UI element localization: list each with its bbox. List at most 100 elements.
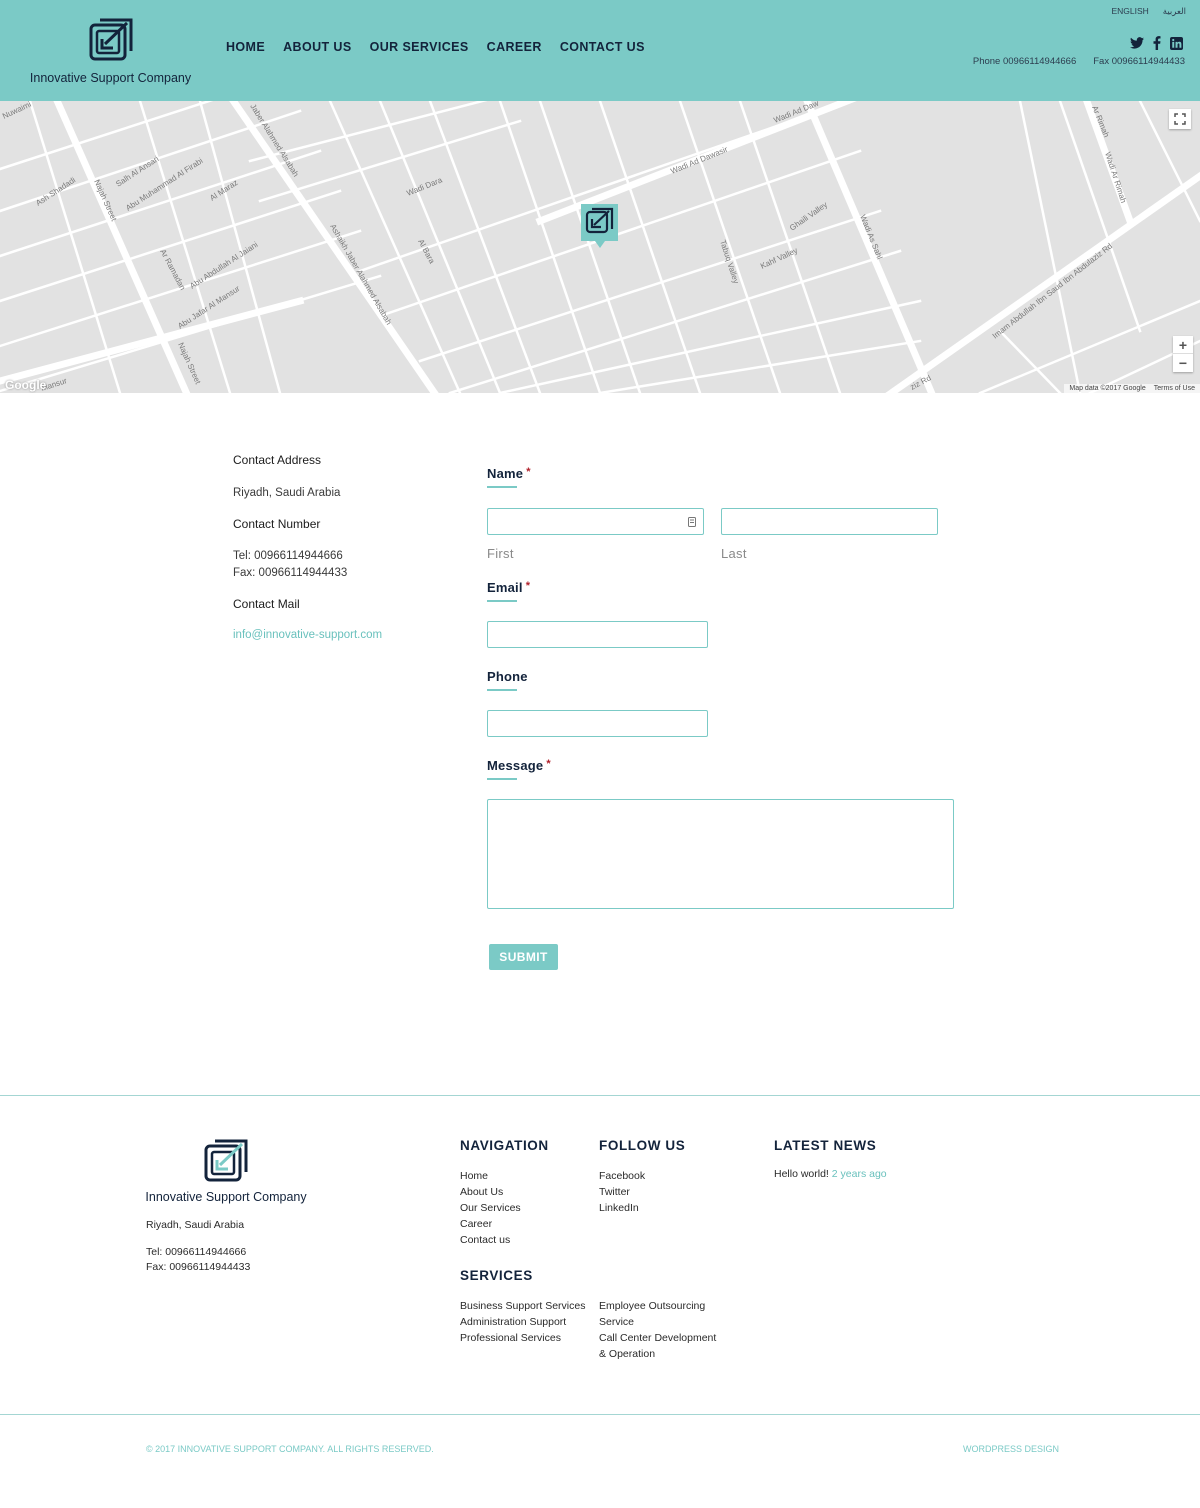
map-zoom-controls: + − <box>1173 336 1193 372</box>
logo-mark-icon <box>204 1139 248 1182</box>
street-label: Nuwaimi <box>1 101 33 121</box>
zoom-in-button[interactable]: + <box>1173 336 1193 354</box>
copyright-text: © 2017 INNOVATIVE SUPPORT COMPANY. ALL R… <box>146 1444 434 1454</box>
autofill-card-icon <box>688 517 696 527</box>
footer-tel: Tel: 00966114944666 <box>146 1246 247 1258</box>
footer-navigation-heading: NAVIGATION <box>460 1138 549 1153</box>
footer-logo[interactable]: Innovative Support Company <box>145 1138 307 1204</box>
service-link[interactable]: Professional Services <box>460 1330 585 1346</box>
contact-address: Riyadh, Saudi Arabia <box>233 487 341 499</box>
footer-news-heading: LATEST NEWS <box>774 1138 877 1153</box>
label-underline <box>487 778 517 780</box>
footer-services-list-1: Business Support Services Administration… <box>460 1298 585 1346</box>
footer-link-career[interactable]: Career <box>460 1216 521 1232</box>
footer-services-list-2: Employee Outsourcing Service Call Center… <box>599 1298 716 1362</box>
linkedin-icon[interactable] <box>1170 36 1183 50</box>
footer-follow-heading: FOLLOW US <box>599 1138 686 1153</box>
street-label: Wadi Ar Rimah <box>1103 151 1128 204</box>
header-phone: Phone 00966114944666 <box>972 56 1077 67</box>
label-underline <box>487 689 517 691</box>
main-nav: HOME ABOUT US OUR SERVICES CAREER CONTAC… <box>226 40 663 54</box>
first-sublabel: First <box>487 546 514 561</box>
service-link[interactable]: Administration Support <box>460 1314 585 1330</box>
wordpress-design-link[interactable]: WORDPRESS DESIGN <box>963 1444 1059 1454</box>
contact-mail-heading: Contact Mail <box>233 596 300 611</box>
nav-career[interactable]: CAREER <box>487 40 542 54</box>
header-contact: Phone 00966114944666 Fax 00966114944433 <box>973 56 1185 67</box>
footer-fax: Fax: 00966114944433 <box>146 1260 251 1273</box>
footer-link-contact[interactable]: Contact us <box>460 1232 521 1248</box>
footer-follow-list: Facebook Twitter LinkedIn <box>599 1168 645 1216</box>
footer-link-about[interactable]: About Us <box>460 1184 521 1200</box>
service-link[interactable]: & Operation <box>599 1346 716 1362</box>
required-mark: * <box>526 466 531 478</box>
map-marker-icon[interactable] <box>581 204 619 250</box>
footer-link-twitter[interactable]: Twitter <box>599 1184 645 1200</box>
news-time: 2 years ago <box>831 1168 887 1180</box>
street-label: Ghaili Valley <box>788 200 829 233</box>
footer-address: Riyadh, Saudi Arabia <box>146 1219 245 1231</box>
nav-contact-us[interactable]: CONTACT US <box>560 40 645 54</box>
email-label: Email * <box>487 580 531 595</box>
map-terms-link[interactable]: Terms of Use <box>1154 385 1195 392</box>
footer-link-services[interactable]: Our Services <box>460 1200 521 1216</box>
language-switcher: ENGLISH العربية <box>1111 6 1186 17</box>
contact-tel: Tel: 00966114944666 <box>233 549 343 562</box>
contact-address-heading: Contact Address <box>233 453 322 467</box>
location-map[interactable]: Wadi Ad Dawasir Wadi Ad Daw Wadi As Sahl… <box>0 101 1200 393</box>
submit-button[interactable]: SUBMIT <box>489 944 558 970</box>
contact-fax: Fax: 00966114944433 <box>233 567 348 579</box>
street-label: Ashaikh Jaber Alahmed Alsabah <box>328 223 393 327</box>
footer-phones: Tel: 00966114944666 Fax: 00966114944433 <box>146 1245 250 1274</box>
last-sublabel: Last <box>721 546 747 561</box>
footer-link-facebook[interactable]: Facebook <box>599 1168 645 1184</box>
first-name-input[interactable] <box>487 508 704 535</box>
street-label: Ar Ramadan <box>158 248 187 292</box>
twitter-icon[interactable] <box>1130 37 1144 49</box>
footer-link-linkedin[interactable]: LinkedIn <box>599 1200 645 1216</box>
news-title-link[interactable]: Hello world! <box>774 1168 829 1180</box>
label-underline <box>487 486 517 488</box>
nav-our-services[interactable]: OUR SERVICES <box>370 40 469 54</box>
google-logo[interactable]: Google <box>5 378 46 392</box>
phone-label: Phone <box>487 669 528 684</box>
map-attribution: Map data ©2017 Google Terms of Use <box>1064 384 1200 393</box>
message-label: Message * <box>487 758 551 773</box>
logo-text: Innovative Support Company <box>29 71 192 85</box>
contact-email-link[interactable]: info@innovative-support.com <box>233 629 453 641</box>
last-name-input[interactable] <box>721 508 938 535</box>
email-input[interactable] <box>487 621 708 648</box>
nav-home[interactable]: HOME <box>226 40 265 54</box>
footer-navigation-list: Home About Us Our Services Career Contac… <box>460 1168 521 1248</box>
contact-number-heading: Contact Number <box>233 516 321 531</box>
site-logo[interactable]: Innovative Support Company <box>28 17 193 85</box>
required-mark: * <box>546 758 551 770</box>
zoom-out-button[interactable]: − <box>1173 354 1193 372</box>
header-fax: Fax 00966114944433 <box>1093 56 1185 67</box>
footer-logo-text: Innovative Support Company <box>145 1190 307 1204</box>
phone-input[interactable] <box>487 710 708 737</box>
footer-services-heading: SERVICES <box>460 1268 533 1283</box>
message-textarea[interactable] <box>487 799 954 909</box>
facebook-icon[interactable] <box>1153 36 1161 50</box>
service-link[interactable]: Business Support Services <box>460 1298 585 1314</box>
contact-info: Contact Address Riyadh, Saudi Arabia Con… <box>233 453 453 641</box>
street-label: Ash Shadadi <box>34 175 77 207</box>
footer-news-item: Hello world! 2 years ago <box>774 1168 887 1180</box>
site-header: Innovative Support Company HOME ABOUT US… <box>0 0 1200 101</box>
name-label: Name * <box>487 466 531 481</box>
map-data-credit: Map data ©2017 Google <box>1069 385 1146 392</box>
footer-divider <box>0 1095 1200 1096</box>
required-mark: * <box>525 580 531 592</box>
social-links <box>1130 36 1183 50</box>
service-link[interactable]: Employee Outsourcing <box>599 1298 716 1314</box>
footer-link-home[interactable]: Home <box>460 1168 521 1184</box>
logo-mark-icon <box>89 18 132 61</box>
footer-bottom-divider <box>0 1414 1200 1415</box>
nav-about-us[interactable]: ABOUT US <box>283 40 351 54</box>
fullscreen-icon[interactable] <box>1169 109 1191 129</box>
service-link[interactable]: Call Center Development <box>599 1330 716 1346</box>
service-link[interactable]: Service <box>599 1314 716 1330</box>
lang-english[interactable]: ENGLISH <box>1111 6 1148 17</box>
lang-arabic[interactable]: العربية <box>1163 6 1186 17</box>
